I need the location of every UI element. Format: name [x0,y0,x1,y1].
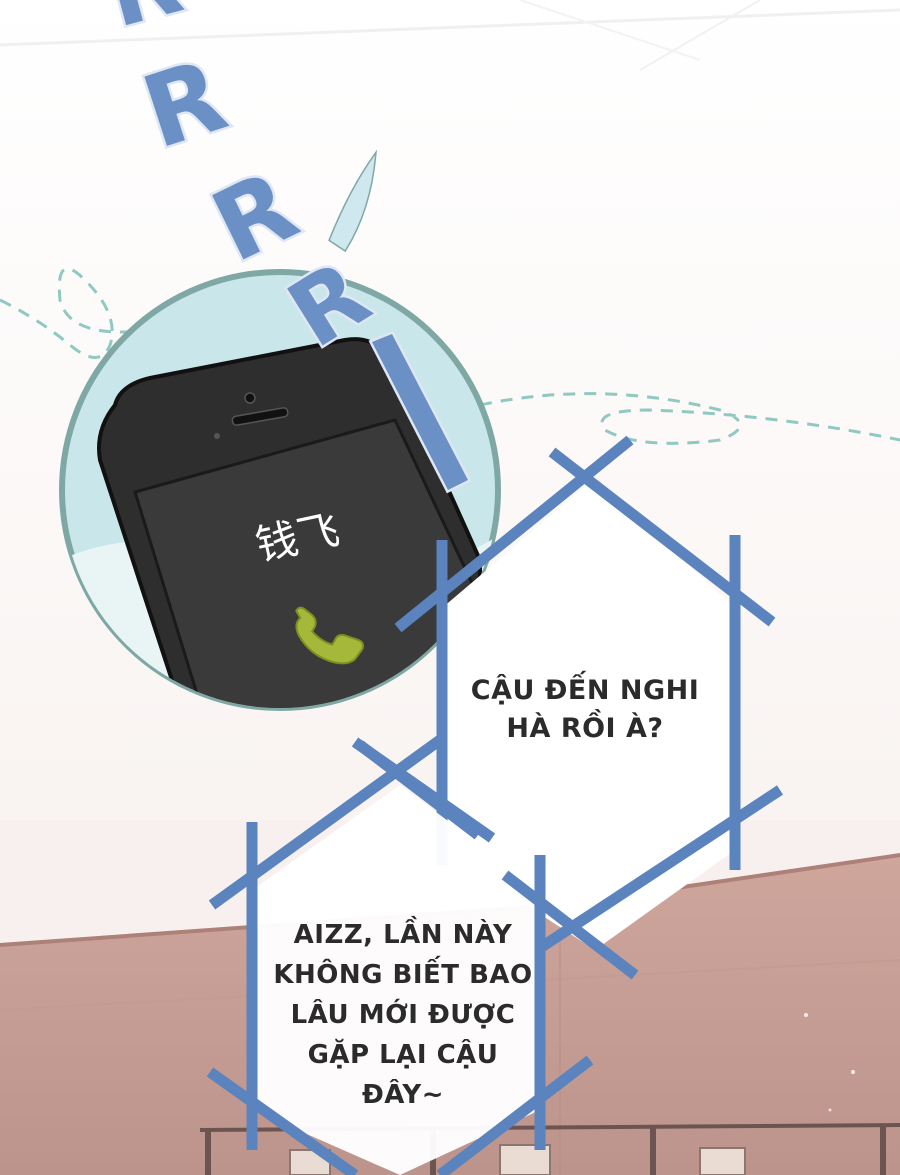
speech-bubble-text-2: AIZZ, LẦN NÀY KHÔNG BIẾT BAO LÂU MỚI ĐƯỢ… [273,920,533,1110]
speech-bubble-text-1: CẬU ĐẾN NGHI HÀ RỒI À? [470,675,700,744]
comic-panel: 钱飞 R R R R [0,0,900,1175]
